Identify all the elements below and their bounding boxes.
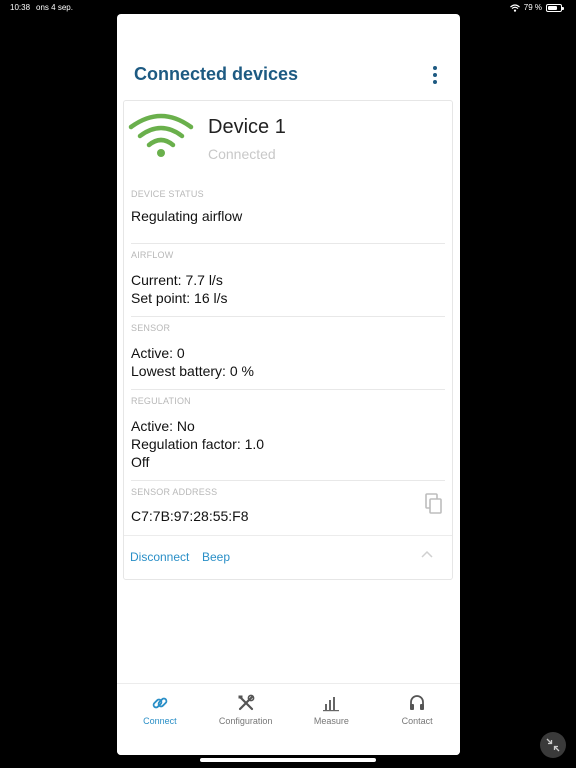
sensor-address-section: SENSOR ADDRESS C7:7B:97:28:55:F8 [131,483,445,533]
airflow-set-point: Set point: 16 l/s [131,290,228,306]
tab-label: Configuration [218,716,273,726]
section-label: SENSOR [131,323,171,333]
section-label: REGULATION [131,396,191,406]
battery-percent: 79 % [523,3,542,12]
status-time: 10:38 [10,3,31,12]
device-status-value: Regulating airflow [131,208,243,224]
device-card: Device 1 Connected DEVICE STATUS Regulat… [123,100,453,580]
airflow-current: Current: 7.7 l/s [131,272,223,288]
app-header: Connected devices [117,14,460,100]
tab-label: Connect [143,716,177,726]
copy-icon[interactable] [425,493,443,515]
sensor-address-value: C7:7B:97:28:55:F8 [131,508,249,524]
more-options-icon[interactable] [430,66,440,84]
sensor-section: SENSOR Active: 0 Lowest battery: 0 % [131,319,445,390]
battery-icon [546,3,564,12]
menu-dot [433,80,437,84]
regulation-active: Active: No [131,418,195,434]
tab-label: Measure [313,716,349,726]
wifi-icon [128,113,194,157]
tab-label: Contact [401,716,433,726]
regulation-mode: Off [131,454,150,470]
page-title: Connected devices [134,64,299,84]
battery-fill [548,5,558,10]
menu-dot [433,66,437,70]
tools-icon [238,694,255,711]
tab-connect[interactable]: Connect [117,684,203,755]
beep-button[interactable]: Beep [202,550,230,564]
card-actions: Disconnect Beep [124,535,452,579]
bar-chart-icon [323,697,340,712]
section-label: DEVICE STATUS [131,189,204,199]
chevron-up-icon[interactable] [420,548,434,562]
status-date: ons 4 sep. [36,3,73,12]
device-status-section: DEVICE STATUS Regulating airflow [131,189,445,244]
status-left: 10:38 ons 4 sep. [10,3,73,12]
status-bar: 10:38 ons 4 sep. 79 % [0,0,576,14]
link-icon [152,697,168,709]
wifi-status-icon [509,3,520,12]
collapse-window-icon[interactable] [540,732,566,758]
disconnect-button[interactable]: Disconnect [130,550,189,564]
tab-configuration[interactable]: Configuration [203,684,289,755]
tab-measure[interactable]: Measure [289,684,375,755]
tab-bar: Connect Configuration Measure Contact [117,683,460,755]
section-label: AIRFLOW [131,250,174,260]
menu-dot [433,73,437,77]
device-name: Device 1 [208,116,286,138]
regulation-factor: Regulation factor: 1.0 [131,436,265,452]
section-label: SENSOR ADDRESS [131,487,218,497]
sensor-lowest-battery: Lowest battery: 0 % [131,363,254,379]
sensor-active: Active: 0 [131,345,185,361]
regulation-section: REGULATION Active: No Regulation factor:… [131,392,445,481]
app-window: Connected devices Device 1 Connected DEV… [117,14,460,755]
tab-contact[interactable]: Contact [374,684,460,755]
airflow-section: AIRFLOW Current: 7.7 l/s Set point: 16 l… [131,246,445,317]
home-indicator[interactable] [200,758,376,762]
status-right: 79 % [509,3,564,12]
arrows-in-icon [546,738,560,752]
device-connection-state: Connected [208,146,276,162]
headset-icon [410,695,425,710]
